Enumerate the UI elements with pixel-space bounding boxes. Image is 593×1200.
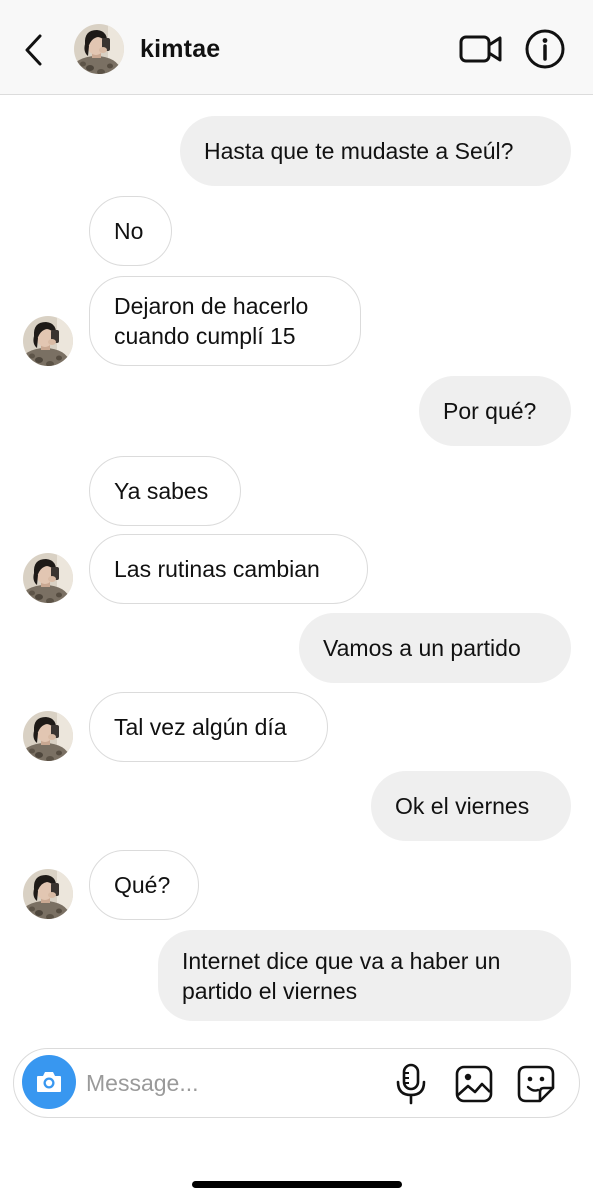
avatar [23,869,73,919]
gallery-button[interactable] [454,1064,494,1104]
message-bubble-incoming[interactable]: Dejaron de hacerlo cuando cumplí 15 [89,276,361,366]
back-button[interactable] [20,30,50,70]
message-text: No [114,218,144,244]
message-text: Ya sabes [114,478,209,504]
chat-username[interactable]: kimtae [140,34,220,64]
avatar [23,711,73,761]
home-indicator [192,1181,402,1188]
voice-message-button[interactable] [394,1063,428,1105]
avatar [23,553,73,603]
message-bubble-incoming[interactable]: Las rutinas cambian [89,534,368,604]
avatar[interactable] [74,24,124,74]
message-bubble-outgoing[interactable]: Por qué? [419,376,571,446]
message-text: Ok el viernes [395,793,530,819]
message-text: Internet dice que va a haber un [182,947,501,974]
message-text: Vamos a un partido [323,635,521,661]
message-text: Tal vez algún día [114,714,287,740]
message-text: Qué? [114,872,171,898]
camera-button[interactable] [22,1055,76,1109]
message-text: cuando cumplí 15 [114,323,296,349]
message-bubble-outgoing[interactable]: Vamos a un partido [299,613,571,683]
message-bubble-outgoing[interactable]: Internet dice que va a haber un partido … [158,930,571,1021]
message-composer [13,1048,580,1118]
chat-header: kimtae [0,0,593,95]
message-bubble-incoming[interactable]: Ya sabes [89,456,241,526]
message-text: Por qué? [443,398,537,424]
info-icon [525,29,565,69]
camera-icon [37,1072,61,1092]
avatar [23,316,73,366]
message-text: partido el viernes [182,977,358,1004]
image-icon [455,1065,493,1103]
message-bubble-outgoing[interactable]: Ok el viernes [371,771,571,841]
video-camera-icon [459,35,502,63]
sticker-button[interactable] [516,1064,556,1104]
sticker-icon [517,1065,555,1103]
message-text: Dejaron de hacerlo [114,293,309,319]
message-bubble-outgoing[interactable]: Hasta que te mudaste a Seúl? [180,116,571,186]
message-bubble-incoming[interactable]: Qué? [89,850,199,920]
microphone-icon [396,1063,426,1105]
message-bubble-incoming[interactable]: Tal vez algún día [89,692,328,762]
message-thread[interactable]: Hasta que te mudaste a Seúl? No Dejaron … [0,96,593,1031]
message-input[interactable] [86,1065,366,1101]
chevron-left-icon [25,34,42,66]
info-button[interactable] [523,27,567,71]
video-call-button[interactable] [458,30,504,68]
message-text: Hasta que te mudaste a Seúl? [204,138,514,164]
message-text: Las rutinas cambian [114,556,320,582]
message-bubble-incoming[interactable]: No [89,196,172,266]
